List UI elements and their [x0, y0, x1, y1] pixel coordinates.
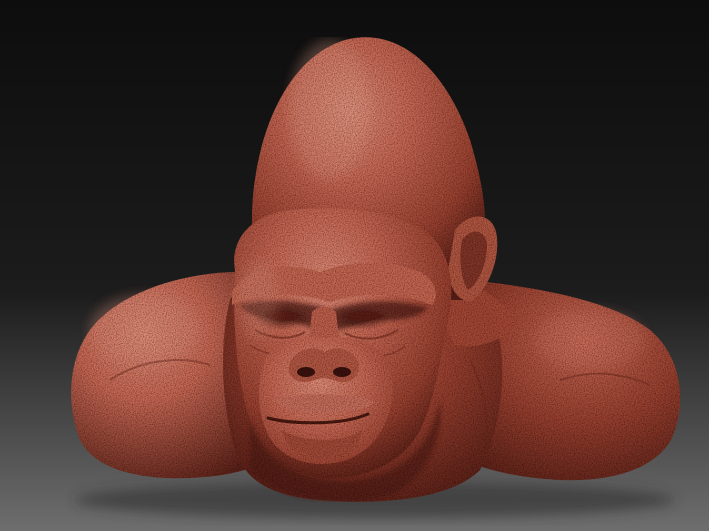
- right-nostril: [333, 367, 351, 377]
- crest-highlight: [290, 40, 370, 180]
- left-shoulder-highlight: [90, 295, 200, 365]
- left-nostril: [297, 367, 315, 377]
- gorilla-bust-render: [0, 0, 709, 531]
- sculpt-viewport[interactable]: [0, 0, 709, 531]
- right-shoulder-highlight: [535, 310, 645, 370]
- cheek-highlight: [238, 260, 278, 340]
- nose: [288, 348, 359, 383]
